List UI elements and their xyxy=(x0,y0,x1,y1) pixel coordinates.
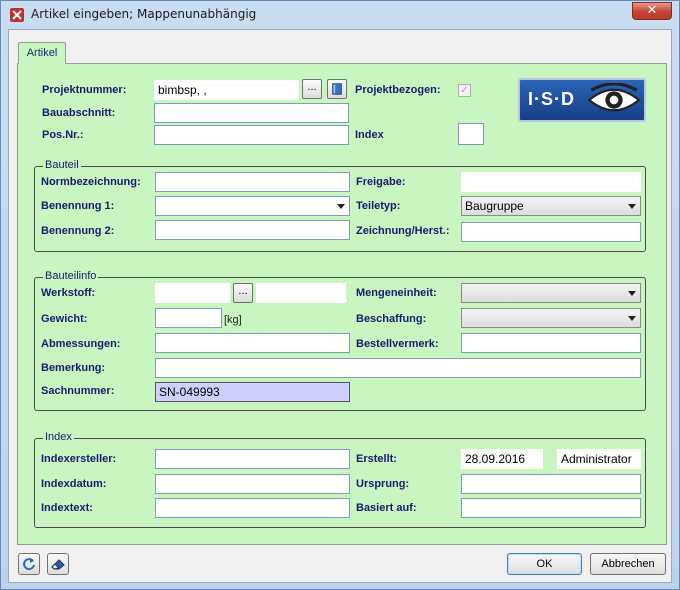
projektbezogen-label: Projektbezogen: xyxy=(355,84,441,96)
projektnummer-field[interactable]: bimbsp, , xyxy=(154,80,299,100)
index-group: Index Indexersteller: Erstellt: 28.09.20… xyxy=(34,431,646,528)
titlebar: Artikel eingeben; Mappenunabhängig ✕ xyxy=(1,1,679,29)
teiletyp-value: Baugruppe xyxy=(465,199,524,213)
isd-logo: I·S·D xyxy=(518,78,646,122)
basiert-field[interactable] xyxy=(461,498,641,518)
chevron-down-icon xyxy=(628,291,636,296)
tab-page-artikel: Projektnummer: bimbsp, , ... Projektbezo… xyxy=(17,63,667,545)
ursprung-label: Ursprung: xyxy=(356,478,410,490)
project-book-button[interactable] xyxy=(327,79,347,99)
benennung2-field[interactable] xyxy=(155,220,350,240)
projektnummer-browse-button[interactable]: ... xyxy=(302,79,322,99)
normbezeichnung-label: Normbezeichnung: xyxy=(41,176,141,188)
cancel-button[interactable]: Abbrechen xyxy=(590,553,666,575)
indexersteller-label: Indexersteller: xyxy=(41,453,117,465)
eraser-button[interactable] xyxy=(47,553,69,575)
chevron-down-icon xyxy=(337,204,345,209)
chevron-down-icon xyxy=(628,204,636,209)
abmessungen-field[interactable] xyxy=(155,333,350,353)
werkstoff-browse-button[interactable]: ... xyxy=(233,283,253,303)
zeichnung-field[interactable] xyxy=(461,222,641,242)
ok-button[interactable]: OK xyxy=(507,553,582,575)
freigabe-field[interactable] xyxy=(461,172,641,192)
bemerkung-field[interactable] xyxy=(155,358,641,378)
gewicht-field[interactable] xyxy=(155,308,222,328)
indexdatum-field[interactable] xyxy=(155,474,350,494)
isd-logo-text: I·S·D xyxy=(528,89,575,109)
posnr-field[interactable] xyxy=(154,125,349,145)
projektbezogen-checkbox[interactable]: ✓ xyxy=(458,84,471,97)
beschaffung-label: Beschaffung: xyxy=(356,313,427,325)
beschaffung-combo[interactable] xyxy=(461,308,641,328)
mengeneinheit-label: Mengeneinheit: xyxy=(356,287,437,299)
posnr-label: Pos.Nr.: xyxy=(42,129,84,141)
basiert-label: Basiert auf: xyxy=(356,502,417,514)
erstellt-date-field[interactable]: 28.09.2016 xyxy=(461,449,543,469)
dialog-window: Artikel eingeben; Mappenunabhängig ✕ Art… xyxy=(0,0,680,590)
gewicht-unit: [kg] xyxy=(224,314,242,326)
werkstoff-field[interactable] xyxy=(155,283,230,303)
freigabe-label: Freigabe: xyxy=(356,176,406,188)
app-icon xyxy=(10,8,24,22)
bauabschnitt-field[interactable] xyxy=(154,103,349,123)
bestellvermerk-field[interactable] xyxy=(461,333,641,353)
werkstoff-label: Werkstoff: xyxy=(41,287,96,299)
benennung1-label: Benennung 1: xyxy=(41,200,115,212)
chevron-down-icon xyxy=(628,316,636,321)
sachnummer-label: Sachnummer: xyxy=(41,385,115,397)
projektnummer-label: Projektnummer: xyxy=(42,84,127,96)
zeichnung-label: Zeichnung/Herst.: xyxy=(356,225,450,237)
indexdatum-label: Indexdatum: xyxy=(41,478,107,490)
bauteil-group: Bauteil Normbezeichnung: Freigabe: Benen… xyxy=(34,159,646,252)
index-field[interactable] xyxy=(458,123,484,145)
bauabschnitt-label: Bauabschnitt: xyxy=(42,107,116,119)
erstellt-label: Erstellt: xyxy=(356,453,397,465)
bauteilinfo-group-title: Bauteilinfo xyxy=(43,270,99,282)
normbezeichnung-field[interactable] xyxy=(155,172,350,192)
erstellt-user-field[interactable]: Administrator xyxy=(557,449,641,469)
benennung2-label: Benennung 2: xyxy=(41,225,115,237)
indextext-label: Indextext: xyxy=(41,502,93,514)
eye-icon xyxy=(587,83,641,112)
bestellvermerk-label: Bestellvermerk: xyxy=(356,338,439,350)
bauteilinfo-group: Bauteilinfo Werkstoff: ... Mengeneinheit… xyxy=(34,270,646,411)
indextext-field[interactable] xyxy=(155,498,350,518)
tab-artikel[interactable]: Artikel xyxy=(18,42,66,64)
ellipsis-icon: ... xyxy=(238,285,248,297)
sachnummer-field[interactable]: SN-049993 xyxy=(155,382,350,402)
index-group-title: Index xyxy=(43,431,74,443)
close-button[interactable]: ✕ xyxy=(632,2,672,20)
teiletyp-label: Teiletyp: xyxy=(356,200,401,212)
window-title: Artikel eingeben; Mappenunabhängig xyxy=(31,7,257,21)
teiletyp-combo[interactable]: Baugruppe xyxy=(461,196,641,216)
bemerkung-label: Bemerkung: xyxy=(41,362,106,374)
eraser-icon xyxy=(51,559,65,570)
abmessungen-label: Abmessungen: xyxy=(41,338,121,350)
book-icon xyxy=(332,83,342,95)
index-label: Index xyxy=(355,129,384,141)
indexersteller-field[interactable] xyxy=(155,449,350,469)
mengeneinheit-combo[interactable] xyxy=(461,283,641,303)
ursprung-field[interactable] xyxy=(461,474,641,494)
bauteil-group-title: Bauteil xyxy=(43,159,81,171)
ellipsis-icon: ... xyxy=(307,81,317,93)
refresh-button[interactable] xyxy=(18,553,40,575)
werkstoff-extra-field[interactable] xyxy=(256,283,346,303)
refresh-icon xyxy=(23,558,35,571)
dialog-client-area: Artikel Projektnummer: bimbsp, , ... Pro… xyxy=(8,29,672,583)
benennung1-combo[interactable] xyxy=(155,196,350,216)
gewicht-label: Gewicht: xyxy=(41,313,88,325)
